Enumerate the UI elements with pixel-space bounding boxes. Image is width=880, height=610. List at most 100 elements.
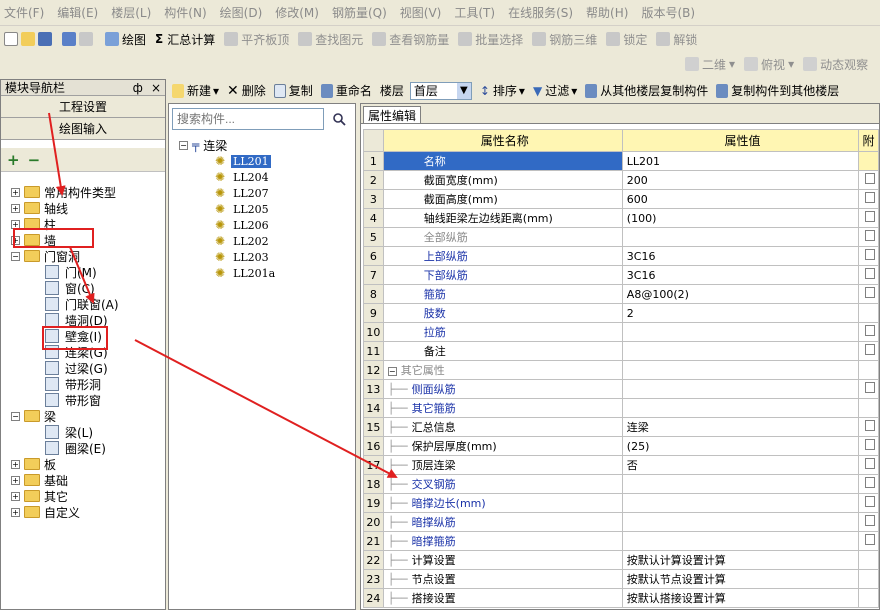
nav-tree-item[interactable]: − 门窗洞 — [11, 248, 80, 264]
nav-tree-item[interactable]: 圈梁(E) — [45, 440, 106, 456]
property-row[interactable]: 17 ├── 顶层连梁否 — [363, 455, 879, 475]
rebar-3d-button[interactable]: 钢筋三维 — [532, 31, 597, 48]
checkbox[interactable] — [865, 173, 876, 184]
property-value-cell[interactable] — [621, 341, 860, 361]
property-extra-cell[interactable] — [858, 493, 879, 513]
checkbox[interactable] — [865, 515, 876, 526]
property-value-cell[interactable]: 按默认搭接设置计算 — [621, 588, 860, 608]
menu-item[interactable]: 楼层(L) — [111, 4, 151, 21]
copy-from-floor-button[interactable]: 从其他楼层复制构件 — [585, 82, 708, 99]
checkbox[interactable] — [865, 230, 876, 241]
unlock-button[interactable]: 解锁 — [656, 31, 697, 48]
nav-tree-item[interactable]: − 梁 — [11, 408, 56, 424]
view-2d-button[interactable]: 二维 ▾ — [685, 56, 735, 73]
property-value-cell[interactable]: A8@100(2) — [621, 284, 860, 304]
property-value-cell[interactable] — [621, 531, 860, 551]
property-row[interactable]: 22 ├── 计算设置 按默认计算设置计算 — [363, 550, 879, 570]
property-extra-cell[interactable] — [858, 398, 879, 418]
property-row[interactable]: 13 ├── 侧面纵筋 — [363, 379, 879, 399]
search-button[interactable] — [327, 108, 351, 130]
checkbox[interactable] — [865, 287, 876, 298]
expand-icon[interactable]: + — [11, 491, 20, 501]
property-row[interactable]: 4 轴线距梁左边线距离(mm) (100) — [363, 208, 879, 228]
property-row[interactable]: 18 ├── 交叉钢筋 — [363, 474, 879, 494]
property-extra-cell[interactable] — [858, 474, 879, 494]
property-value-cell[interactable]: LL201 — [621, 151, 860, 171]
property-extra-cell[interactable] — [858, 379, 879, 399]
nav-tree-item[interactable]: + 板 — [11, 456, 56, 472]
nav-tree-item[interactable]: + 常用构件类型 — [11, 184, 116, 200]
list-tree-root[interactable]: − ╤ 连梁 — [179, 137, 227, 153]
property-value-cell[interactable]: 按默认节点设置计算 — [621, 569, 860, 589]
menu-item[interactable]: 编辑(E) — [57, 4, 98, 21]
property-row[interactable]: 24 ├── 搭接设置 按默认搭接设置计算 — [363, 588, 879, 608]
property-value-cell[interactable]: 600 — [621, 189, 860, 209]
property-value-cell[interactable]: (100) — [621, 208, 860, 228]
component-item[interactable]: ✺ LL207 — [215, 185, 271, 201]
nav-tree-item[interactable]: + 轴线 — [11, 200, 68, 216]
property-value-cell[interactable] — [621, 512, 860, 532]
undo-icon[interactable] — [62, 32, 76, 46]
property-value-cell[interactable] — [621, 379, 860, 399]
property-row[interactable]: 21 ├── 暗撑箍筋 — [363, 531, 879, 551]
property-extra-cell[interactable] — [858, 208, 879, 228]
collapse-icon[interactable]: − — [11, 251, 20, 261]
filter-button[interactable]: ▼ 过滤 ▾ — [533, 82, 577, 99]
property-extra-cell[interactable] — [858, 417, 879, 437]
draw-input-button[interactable]: 绘图输入 — [1, 118, 165, 140]
menu-item[interactable]: 构件(N) — [164, 4, 206, 21]
close-icon[interactable]: × — [151, 81, 161, 95]
align-slab-button[interactable]: 平齐板顶 — [224, 31, 289, 48]
property-row[interactable]: 15 ├── 汇总信息 连梁 — [363, 417, 879, 437]
property-value-cell[interactable] — [621, 493, 860, 513]
property-row[interactable]: 8 箍筋 A8@100(2) — [363, 284, 879, 304]
property-extra-cell[interactable] — [858, 303, 879, 323]
property-extra-cell[interactable] — [858, 227, 879, 247]
property-extra-cell[interactable] — [858, 322, 879, 342]
collapse-icon[interactable]: − — [179, 140, 188, 150]
project-settings-button[interactable]: 工程设置 — [1, 96, 165, 118]
property-value-cell[interactable]: 否 — [621, 455, 860, 475]
checkbox[interactable] — [865, 477, 876, 488]
property-row[interactable]: 2 截面宽度(mm) 200 — [363, 170, 879, 190]
floor-select[interactable]: 首层 ▼ — [409, 81, 472, 100]
menu-item[interactable]: 帮助(H) — [586, 4, 628, 21]
checkbox[interactable] — [865, 249, 876, 260]
component-item[interactable]: ✺ LL201 — [215, 153, 271, 169]
menu-item[interactable]: 在线服务(S) — [508, 4, 573, 21]
batch-select-button[interactable]: 批量选择 — [458, 31, 523, 48]
new-button[interactable]: 新建 ▾ — [172, 82, 219, 99]
property-row[interactable]: 9 肢数 2 — [363, 303, 879, 323]
checkbox[interactable] — [865, 325, 876, 336]
checkbox[interactable] — [865, 192, 876, 203]
property-extra-cell[interactable] — [858, 569, 879, 589]
save-icon[interactable] — [38, 32, 52, 46]
component-item[interactable]: ✺ LL204 — [215, 169, 271, 185]
property-value-cell[interactable]: 按默认计算设置计算 — [621, 550, 860, 570]
collapse-icon[interactable]: − — [11, 411, 20, 421]
property-row[interactable]: 16 ├── 保护层厚度(mm) (25) — [363, 436, 879, 456]
property-extra-cell[interactable] — [858, 151, 879, 171]
expand-icon[interactable]: + — [11, 203, 20, 213]
menu-item[interactable]: 视图(V) — [400, 4, 442, 21]
checkbox[interactable] — [865, 458, 876, 469]
expand-all-icon[interactable]: + — [7, 151, 20, 169]
collapse-all-icon[interactable]: − — [28, 151, 41, 169]
menu-item[interactable]: 修改(M) — [275, 4, 319, 21]
property-value-cell[interactable]: 200 — [621, 170, 860, 190]
property-value-cell[interactable] — [621, 474, 860, 494]
expand-icon[interactable]: + — [11, 459, 20, 469]
nav-tree-item[interactable]: + 基础 — [11, 472, 68, 488]
property-extra-cell[interactable] — [858, 531, 879, 551]
property-extra-cell[interactable] — [858, 436, 879, 456]
property-extra-cell[interactable] — [858, 284, 879, 304]
nav-tree-item[interactable]: + 其它 — [11, 488, 68, 504]
nav-tree-item[interactable]: 门(M) — [45, 264, 97, 280]
lock-button[interactable]: 锁定 — [606, 31, 647, 48]
checkbox[interactable] — [865, 382, 876, 393]
checkbox[interactable] — [865, 534, 876, 545]
find-element-button[interactable]: 查找图元 — [298, 31, 363, 48]
checkbox[interactable] — [865, 211, 876, 222]
property-row[interactable]: 20 ├── 暗撑纵筋 — [363, 512, 879, 532]
property-row[interactable]: 7 下部纵筋 3C16 — [363, 265, 879, 285]
